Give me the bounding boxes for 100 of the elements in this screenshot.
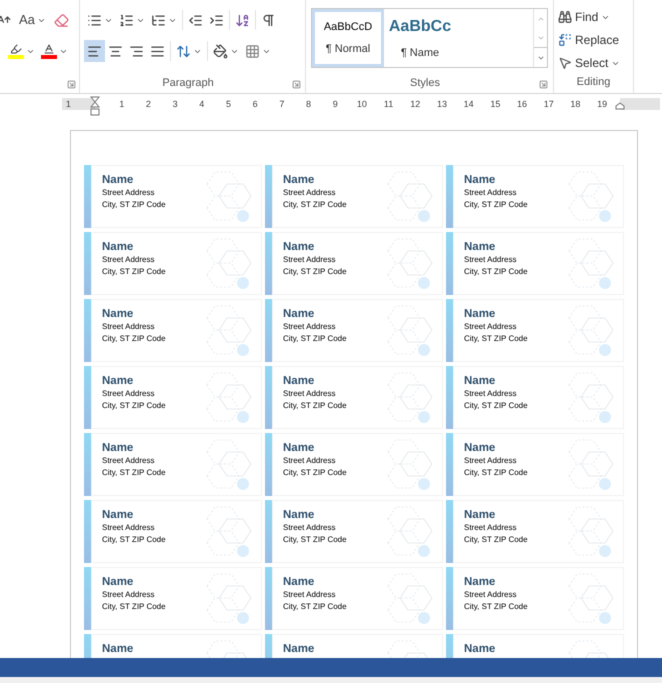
label-name: Name — [464, 240, 496, 254]
label-city: City, ST ZIP Code — [102, 400, 166, 412]
ruler-number: 9 — [332, 98, 339, 110]
change-case-button[interactable]: Aa — [16, 9, 49, 31]
line-spacing-icon — [176, 44, 191, 58]
ruler-number: 16 — [516, 98, 528, 110]
label-accent-bar — [446, 433, 453, 496]
label-city: City, ST ZIP Code — [283, 199, 347, 211]
label-name: Name — [283, 240, 314, 254]
dialog-launcher-icon[interactable] — [292, 80, 301, 89]
label-street: Street Address — [464, 455, 516, 467]
label-city: City, ST ZIP Code — [102, 467, 166, 479]
label-name: Name — [102, 575, 134, 589]
align-button[interactable] — [84, 40, 105, 62]
label-street: Street Address — [102, 589, 154, 601]
label-accent-bar — [84, 500, 91, 563]
label-city: City, ST ZIP Code — [102, 266, 166, 278]
ruler-number: 11 — [382, 98, 394, 110]
label-name: Name — [464, 173, 496, 187]
label-street: Street Address — [464, 254, 516, 266]
label-city: City, ST ZIP Code — [464, 467, 528, 479]
label-name: Name — [283, 441, 314, 455]
label-name: Name — [464, 374, 496, 388]
label-accent-bar — [265, 232, 272, 295]
label-street: Street Address — [283, 321, 336, 333]
style-item[interactable]: AaBbCc ¶ Name — [384, 9, 456, 67]
label-name: Name — [283, 307, 314, 321]
style-item[interactable]: AaBbCcD ¶ Normal — [312, 9, 384, 67]
ruler-number: 12 — [409, 98, 422, 110]
label-accent-bar — [265, 165, 272, 228]
sort-icon — [235, 12, 250, 28]
label-street: Street Address — [102, 254, 154, 266]
label-street: Street Address — [464, 187, 516, 199]
label-accent-bar — [265, 299, 272, 362]
ruler-number: 2 — [144, 98, 152, 110]
label-name: Name — [102, 441, 134, 455]
bullet-list-icon — [87, 12, 102, 28]
label-street: Street Address — [102, 455, 154, 467]
label-name: Name — [464, 642, 496, 656]
dialog-launcher-icon[interactable] — [539, 80, 548, 89]
group-label: Styles — [409, 76, 441, 90]
label-city: City, ST ZIP Code — [102, 534, 166, 546]
align-icon — [108, 44, 123, 58]
label-street: Street Address — [283, 522, 336, 534]
ruler-number: 6 — [252, 98, 259, 110]
font-color-swatch — [41, 55, 57, 59]
ruler-number: 19 — [596, 98, 608, 110]
label-street: Street Address — [283, 187, 336, 199]
label-name: Name — [464, 441, 496, 455]
label-city: City, ST ZIP Code — [464, 266, 528, 278]
label-city: City, ST ZIP Code — [464, 199, 528, 211]
label-accent-bar — [84, 366, 91, 429]
label-city: City, ST ZIP Code — [283, 534, 347, 546]
dialog-launcher-icon[interactable] — [67, 80, 76, 89]
binoculars-icon — [558, 10, 572, 24]
ruler-number: 4 — [198, 98, 206, 110]
editing-command[interactable]: Replace — [558, 28, 629, 52]
label-city: City, ST ZIP Code — [464, 400, 528, 412]
decrease-indent-icon — [188, 12, 203, 28]
label-name: Name — [464, 307, 496, 321]
label-accent-bar — [446, 232, 453, 295]
editing-command[interactable]: Select — [558, 52, 629, 74]
label-accent-bar — [265, 366, 272, 429]
label-street: Street Address — [464, 589, 516, 601]
label-accent-bar — [446, 165, 453, 228]
align-icon — [129, 44, 144, 58]
paint-bucket-icon — [213, 44, 228, 58]
label-street: Street Address — [102, 388, 154, 400]
group-label: Editing — [576, 75, 610, 90]
label-city: City, ST ZIP Code — [283, 333, 347, 345]
label-name: Name — [102, 307, 134, 321]
label-name: Name — [464, 508, 496, 522]
label-street: Street Address — [102, 187, 154, 199]
label-name: Name — [283, 508, 314, 522]
ruler-number: 13 — [436, 98, 448, 110]
label-city: City, ST ZIP Code — [283, 467, 347, 479]
ruler-number: 1 — [64, 98, 72, 110]
ruler-number: 18 — [569, 98, 582, 110]
label-city: City, ST ZIP Code — [283, 601, 347, 613]
label-city: City, ST ZIP Code — [464, 333, 528, 345]
label-street: Street Address — [464, 321, 516, 333]
label-accent-bar — [446, 567, 453, 630]
ruler-number: 3 — [172, 98, 179, 110]
align-icon — [150, 44, 165, 58]
borders-icon — [245, 44, 260, 58]
ruler-number: 15 — [489, 98, 502, 110]
label-city: City, ST ZIP Code — [464, 534, 528, 546]
label-accent-bar — [84, 567, 91, 630]
label-street: Street Address — [283, 589, 336, 601]
label-accent-bar — [84, 232, 91, 295]
ruler-number: 7 — [278, 98, 286, 110]
label-name: Name — [283, 374, 314, 388]
label-accent-bar — [446, 500, 453, 563]
label-city: City, ST ZIP Code — [102, 333, 166, 345]
label-accent-bar — [84, 165, 91, 228]
ruler-number: 8 — [305, 98, 312, 110]
label-name: Name — [102, 173, 134, 187]
editing-command[interactable]: Find — [558, 6, 629, 29]
label-name: Name — [283, 575, 314, 589]
label-name: Name — [102, 374, 134, 388]
